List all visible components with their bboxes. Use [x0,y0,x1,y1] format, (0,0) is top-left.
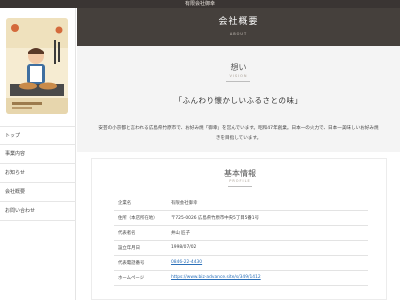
vision-title: 想い [230,63,247,72]
sidebar: トップ 事業内容 お知らせ 会社概要 お問い合わせ [0,8,76,300]
page-title: 会社概要 [218,17,259,27]
vision-motto: 「ふんわり懐かしいふるさとの味」 [174,96,303,105]
nav-item-top[interactable]: トップ [0,126,76,145]
shop-illustration-icon [6,18,68,114]
page-hero: 会社概要 ABOUT [77,8,400,46]
nav-item-company[interactable]: 会社概要 [0,183,76,202]
vision-subtitle: VISION [229,74,248,78]
row-label-phone: 代表電話番号 [118,261,145,266]
profile-divider [228,186,252,187]
nav-item-contact[interactable]: お問い合わせ [0,202,76,221]
vision-section: 想い VISION 「ふんわり懐かしいふるさとの味」 安芸の小京都と言われる広島… [77,46,400,152]
profile-table: 企業名 有限会社御幸 住所（本店所在地） 〒725-0026 広島県竹原市中央5… [114,196,368,286]
profile-subtitle: PROFILE [229,179,251,183]
row-label-homepage: ホームページ [118,276,145,281]
row-value-company: 有限会社御幸 [171,201,198,206]
row-value-founded: 1998/07/02 [171,245,197,250]
profile-title: 基本情報 [224,169,256,178]
site-header: 有限会社御幸 [0,0,400,8]
nav-item-news[interactable]: お知らせ [0,164,76,183]
row-label-representative: 代表者名 [118,231,136,236]
row-label-company: 企業名 [118,201,132,206]
table-row: 代表者名 井山 匠子 [114,226,368,241]
page-subtitle: ABOUT [229,32,248,36]
logo-illustration[interactable] [6,18,68,114]
homepage-link[interactable]: https://www.biz-advance.site/s/349/1412 [171,275,261,280]
site-title: 有限会社御幸 [184,1,215,7]
vision-divider [226,81,250,82]
row-label-founded: 設立年月日 [118,246,140,251]
row-value-phone-cell: 0846-22-4430 [167,256,368,270]
table-row: 企業名 有限会社御幸 [114,196,368,211]
table-row: 代表電話番号 0846-22-4430 [114,256,368,271]
table-row: 設立年月日 1998/07/02 [114,241,368,256]
row-value-homepage-cell: https://www.biz-advance.site/s/349/1412 [167,271,368,285]
profile-card: 基本情報 PROFILE 企業名 有限会社御幸 住所（本店所在地） 〒725-0… [91,158,387,300]
row-label-address: 住所（本店所在地） [118,216,158,221]
main-content: 会社概要 ABOUT 想い VISION 「ふんわり懐かしいふるさとの味」 安芸… [77,8,400,300]
table-row: 住所（本店所在地） 〒725-0026 広島県竹原市中央5丁目5番1号 [114,211,368,226]
side-nav: トップ 事業内容 お知らせ 会社概要 お問い合わせ [0,126,76,221]
nav-item-business[interactable]: 事業内容 [0,145,76,164]
vision-body-line1: 安芸の小京都と言われる広島県竹原市で、お好み焼「御幸」を営んでいます。昭和47年… [98,126,379,131]
vision-body-line2: きを目指しています。 [215,136,262,141]
row-value-representative: 井山 匠子 [171,231,190,236]
table-row: ホームページ https://www.biz-advance.site/s/34… [114,271,368,286]
phone-link[interactable]: 0846-22-4430 [171,260,202,265]
row-value-address: 〒725-0026 広島県竹原市中央5丁目5番1号 [171,216,259,221]
